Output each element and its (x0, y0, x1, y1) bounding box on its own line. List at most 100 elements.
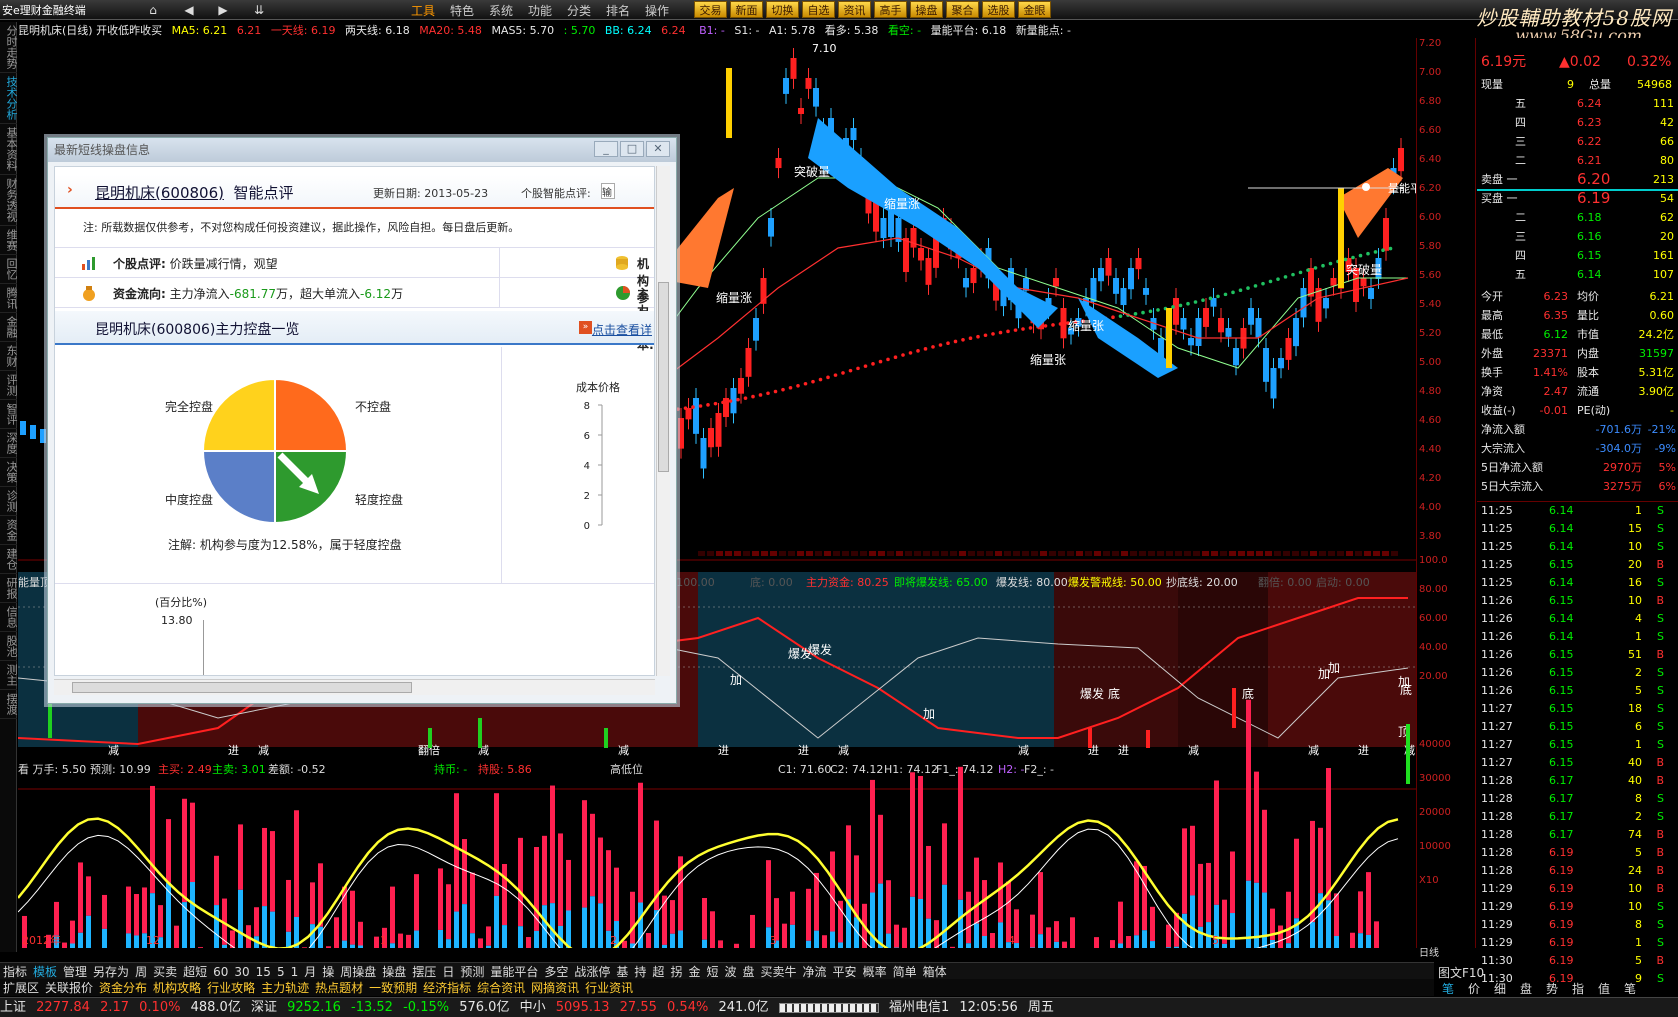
ext-tab-9[interactable]: 综合资讯 (477, 981, 525, 995)
indicator-18[interactable]: 预测 (460, 965, 484, 979)
dialog-vscroll-thumb[interactable] (658, 282, 669, 472)
new-page-button[interactable]: 新面 (730, 1, 763, 18)
left-tab-5[interactable]: 回忆 (0, 255, 18, 284)
left-tab-3[interactable]: 财务透视 (0, 175, 18, 226)
aggregate-button[interactable]: 聚合 (946, 1, 979, 18)
right-tab-7[interactable]: 值 (1598, 980, 1610, 997)
indicator-7[interactable]: 60 (213, 965, 228, 979)
left-tab-2[interactable]: 基本资料 (0, 124, 18, 175)
menu-operations[interactable]: 操作 (645, 2, 669, 19)
left-tab-11[interactable]: 深度 (0, 429, 18, 458)
left-tab-16[interactable]: 研报 (0, 574, 18, 603)
right-tab-4[interactable]: 盘 (1520, 980, 1532, 997)
ext-tab-2[interactable]: 资金分布 (99, 981, 147, 995)
dialog-title[interactable]: 最新短线操盘信息 (48, 138, 676, 162)
ext-tab-6[interactable]: 热点题材 (315, 981, 363, 995)
left-tab-18[interactable]: 股池 (0, 632, 18, 661)
dialog-horizontal-scrollbar[interactable] (54, 679, 655, 695)
indicator-6[interactable]: 超短 (183, 965, 207, 979)
trade-button[interactable]: 交易 (694, 1, 727, 18)
left-tab-4[interactable]: 维赛 (0, 226, 18, 255)
right-tab-1[interactable]: 笔 (1442, 980, 1454, 997)
menu-tools[interactable]: 工具 (411, 2, 435, 19)
menu-features[interactable]: 特色 (450, 2, 474, 19)
stock-name-link[interactable]: 昆明机床(600806) (95, 184, 224, 202)
left-tab-10[interactable]: 智评 (0, 400, 18, 429)
right-tab-6[interactable]: 指 (1572, 980, 1584, 997)
indicator-22[interactable]: 基 (616, 965, 628, 979)
indicator-21[interactable]: 战涨停 (574, 965, 610, 979)
back-icon[interactable]: ◀ (176, 1, 202, 19)
watchlist-button[interactable]: 自选 (802, 1, 835, 18)
ext-tab-10[interactable]: 网摘资讯 (531, 981, 579, 995)
ext-tab-3[interactable]: 机构攻略 (153, 981, 201, 995)
experts-button[interactable]: 高手 (874, 1, 907, 18)
indicator-24[interactable]: 超 (652, 965, 664, 979)
period-label[interactable]: 日线 (1419, 944, 1439, 959)
indicator-23[interactable]: 持 (634, 965, 646, 979)
indicator-25[interactable]: 拐 (670, 965, 682, 979)
ext-tab-1[interactable]: 关联报价 (45, 981, 93, 995)
left-tab-6[interactable]: 腾讯 (0, 284, 18, 313)
indicator-3[interactable]: 另存为 (93, 965, 129, 979)
indicator-9[interactable]: 15 (256, 965, 271, 979)
view-details-link[interactable]: 点击查看详 (592, 321, 652, 338)
zx-label[interactable]: 中小 (520, 1000, 546, 1015)
indicator-15[interactable]: 操盘 (382, 965, 406, 979)
indicator-10[interactable]: 5 (277, 965, 285, 979)
sh-label[interactable]: 上证 (0, 1000, 26, 1015)
indicator-2[interactable]: 管理 (63, 965, 87, 979)
indicator-16[interactable]: 摆压 (412, 965, 436, 979)
left-tab-20[interactable]: 摆渡 (0, 690, 18, 719)
left-tab-14[interactable]: 资金 (0, 516, 18, 545)
operate-button[interactable]: 操盘 (910, 1, 943, 18)
indicator-26[interactable]: 金 (688, 965, 700, 979)
indicator-27[interactable]: 短 (706, 965, 718, 979)
indicator-34[interactable]: 简单 (893, 965, 917, 979)
left-tab-12[interactable]: 决策 (0, 458, 18, 487)
maximize-icon[interactable]: □ (620, 141, 644, 157)
menu-functions[interactable]: 功能 (528, 2, 552, 19)
right-tab-0[interactable]: 图文F10 (1438, 964, 1484, 981)
ext-tab-8[interactable]: 经济指标 (423, 981, 471, 995)
left-tab-19[interactable]: 测主 (0, 661, 18, 690)
short-term-info-dialog[interactable]: 最新短线操盘信息 _ □ ✕ › 昆明机床(600806) 智能点评 更新日期: 2… (47, 137, 677, 704)
right-tab-5[interactable]: 势 (1546, 980, 1558, 997)
menu-categories[interactable]: 分类 (567, 2, 591, 19)
switch-button[interactable]: 切换 (766, 1, 799, 18)
right-tab-2[interactable]: 价 (1468, 980, 1480, 997)
ext-tab-5[interactable]: 主力轨迹 (261, 981, 309, 995)
news-button[interactable]: 资讯 (838, 1, 871, 18)
golden-eye-button[interactable]: 金眼 (1018, 1, 1051, 18)
indicator-30[interactable]: 买卖牛 (761, 965, 797, 979)
left-tab-13[interactable]: 诊测 (0, 487, 18, 516)
indicator-14[interactable]: 周操盘 (340, 965, 376, 979)
indicator-33[interactable]: 概率 (863, 965, 887, 979)
home-icon[interactable]: ⌂ (140, 1, 166, 19)
dialog-vertical-scrollbar[interactable] (656, 166, 670, 676)
ext-tab-7[interactable]: 一致预期 (369, 981, 417, 995)
dialog-hscroll-thumb[interactable] (72, 682, 412, 693)
menu-system[interactable]: 系统 (489, 2, 513, 19)
ai-review-select[interactable]: 输 (601, 183, 615, 199)
left-tab-17[interactable]: 信息 (0, 603, 18, 632)
left-tab-8[interactable]: 东财 (0, 342, 18, 371)
indicator-5[interactable]: 买卖 (153, 965, 177, 979)
indicator-20[interactable]: 多空 (544, 965, 568, 979)
indicator-17[interactable]: 日 (442, 965, 454, 979)
close-icon[interactable]: ✕ (646, 141, 670, 157)
right-tab-3[interactable]: 细 (1494, 980, 1506, 997)
left-tab-0[interactable]: 分时走势 (0, 22, 18, 73)
indicator-0[interactable]: 指标 (3, 965, 27, 979)
tick-list[interactable]: 11:25 6.14 1 S 11:25 6.14 15 S 11:25 6.14 10 S 11:25… (1477, 501, 1678, 985)
indicator-32[interactable]: 平安 (833, 965, 857, 979)
left-tab-15[interactable]: 建仓 (0, 545, 18, 574)
indicator-13[interactable]: 操 (322, 965, 334, 979)
menu-ranking[interactable]: 排名 (606, 2, 630, 19)
indicator-1[interactable]: 模板 (33, 965, 57, 979)
indicator-29[interactable]: 盘 (743, 965, 755, 979)
indicator-8[interactable]: 30 (234, 965, 249, 979)
indicator-4[interactable]: 周 (135, 965, 147, 979)
indicator-19[interactable]: 量能平台 (490, 965, 538, 979)
left-tab-1[interactable]: 技术分析 (0, 73, 18, 124)
